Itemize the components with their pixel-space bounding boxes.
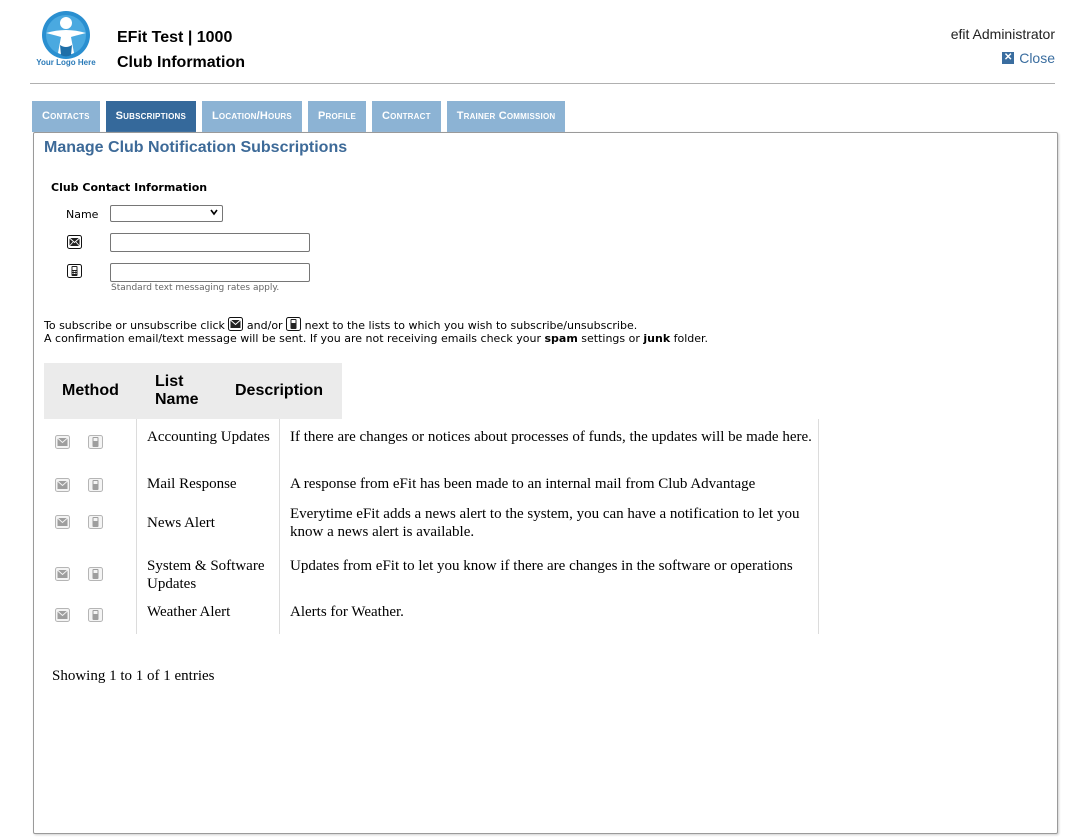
- sms-input[interactable]: [110, 263, 310, 282]
- tab-profile[interactable]: Profile: [307, 101, 367, 132]
- mobile-phone-icon: [67, 264, 82, 278]
- instructions-line-2: A confirmation email/text message will b…: [44, 332, 708, 345]
- logo-text: Your Logo Here: [36, 58, 96, 67]
- entries-info: Showing 1 to 1 of 1 entries: [52, 668, 215, 684]
- column-header-list-name[interactable]: List Name: [155, 373, 199, 409]
- column-header-list-line: List: [155, 373, 184, 390]
- envelope-icon[interactable]: [55, 567, 70, 581]
- chevron-down-icon: [210, 209, 218, 216]
- description-cell: If there are changes or notices about pr…: [280, 419, 819, 467]
- envelope-icon: [228, 317, 244, 331]
- tab-contacts[interactable]: Contacts: [32, 101, 100, 132]
- mobile-phone-icon[interactable]: [88, 478, 103, 492]
- mobile-phone-icon[interactable]: [88, 435, 103, 449]
- list-name-cell: Accounting Updates: [137, 419, 280, 467]
- header-divider: [30, 83, 1055, 84]
- method-cell: [44, 419, 137, 467]
- close-link[interactable]: ✕ Close: [1002, 50, 1055, 66]
- method-cell: [44, 551, 137, 597]
- contact-heading: Club Contact Information: [51, 181, 208, 194]
- method-cell: [44, 497, 137, 551]
- list-name-cell: System & Software Updates: [137, 551, 280, 597]
- envelope-icon[interactable]: [55, 478, 70, 492]
- name-select[interactable]: [110, 205, 223, 222]
- subscription-table-body: Accounting Updates If there are changes …: [44, 419, 819, 634]
- instructions-text: folder.: [670, 332, 709, 345]
- instructions: To subscribe or unsubscribe click and/or…: [44, 317, 708, 345]
- envelope-icon[interactable]: [55, 608, 70, 622]
- user-name: efit Administrator: [950, 26, 1055, 42]
- mobile-phone-icon[interactable]: [88, 515, 103, 529]
- tab-location-hours[interactable]: Location/Hours: [202, 101, 302, 132]
- section-title: Manage Club Notification Subscriptions: [44, 139, 348, 156]
- email-input[interactable]: [110, 233, 310, 252]
- instructions-text: To subscribe or unsubscribe click: [44, 319, 229, 332]
- subscriptions-panel: Manage Club Notification Subscriptions C…: [33, 132, 1058, 834]
- tab-contract[interactable]: Contract: [372, 101, 441, 132]
- table-header: Method List Name Description: [44, 363, 342, 419]
- list-name-cell: Mail Response: [137, 467, 280, 497]
- table-row: Mail Response A response from eFit has b…: [44, 467, 819, 497]
- club-name: EFit Test | 1000: [117, 29, 233, 46]
- spam-text: spam: [544, 332, 578, 345]
- instructions-text: settings or: [577, 332, 644, 345]
- instructions-text: and/or: [243, 319, 287, 332]
- list-name-cell: News Alert: [137, 497, 280, 551]
- description-cell: Updates from eFit to let you know if the…: [280, 551, 819, 597]
- column-header-method[interactable]: Method: [62, 382, 119, 400]
- list-name-cell: Weather Alert: [137, 597, 280, 634]
- column-header-name-line: Name: [155, 391, 199, 408]
- method-cell: [44, 467, 137, 497]
- close-icon: ✕: [1002, 52, 1015, 64]
- instructions-text: next to the lists to which you wish to s…: [301, 319, 638, 332]
- envelope-icon[interactable]: [55, 435, 70, 449]
- sms-rates-note: Standard text messaging rates apply.: [111, 283, 280, 293]
- junk-text: junk: [643, 332, 671, 345]
- tab-bar: Contacts Subscriptions Location/Hours Pr…: [32, 101, 566, 132]
- table-row: Accounting Updates If there are changes …: [44, 419, 819, 467]
- tab-trainer-commission[interactable]: Trainer Commission: [446, 101, 566, 132]
- envelope-icon: [67, 235, 82, 249]
- tab-subscriptions[interactable]: Subscriptions: [105, 101, 197, 132]
- mobile-phone-icon[interactable]: [88, 608, 103, 622]
- table-row: News Alert Everytime eFit adds a news al…: [44, 497, 819, 551]
- table-row: System & Software Updates Updates from e…: [44, 551, 819, 597]
- name-label: Name: [66, 208, 99, 221]
- description-cell: A response from eFit has been made to an…: [280, 467, 819, 497]
- instructions-line-1: To subscribe or unsubscribe click and/or…: [44, 317, 708, 332]
- description-cell: Everytime eFit adds a news alert to the …: [280, 497, 819, 551]
- instructions-text: A confirmation email/text message will b…: [44, 332, 545, 345]
- envelope-icon[interactable]: [55, 515, 70, 529]
- description-cell: Alerts for Weather.: [280, 597, 819, 634]
- method-cell: [44, 597, 137, 634]
- mobile-phone-icon: [286, 317, 302, 331]
- close-label: Close: [1019, 50, 1055, 66]
- column-header-description[interactable]: Description: [235, 382, 323, 400]
- mobile-phone-icon[interactable]: [88, 567, 103, 581]
- table-row: Weather Alert Alerts for Weather.: [44, 597, 819, 634]
- page-title: Club Information: [117, 54, 245, 71]
